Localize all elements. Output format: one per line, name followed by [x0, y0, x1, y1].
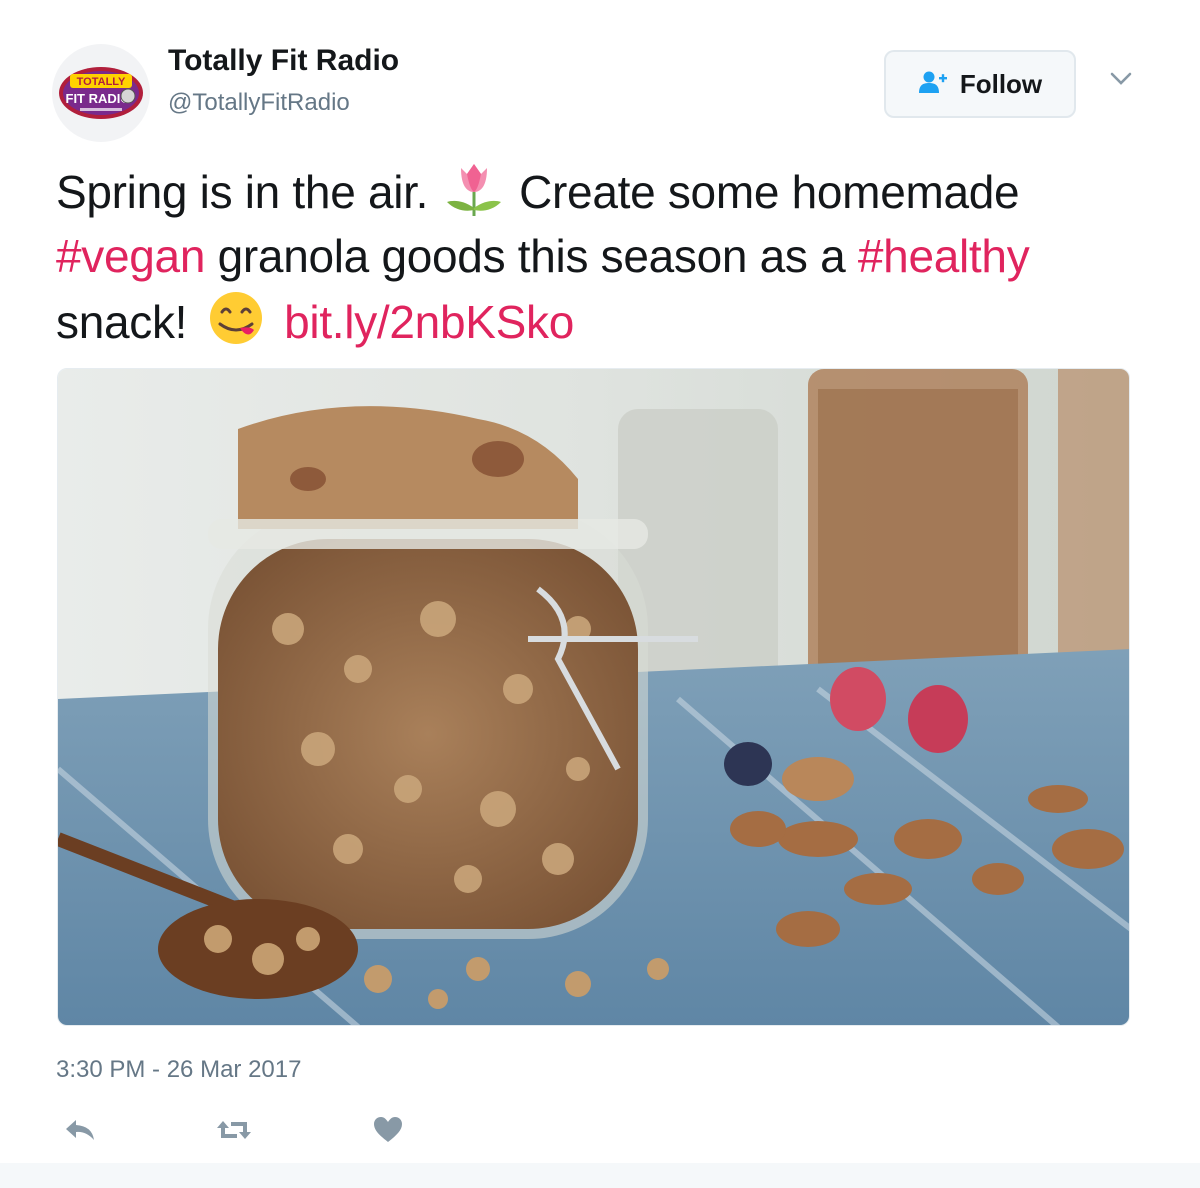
tweet-timestamp[interactable]: 3:30 PM - 26 Mar 2017 — [56, 1056, 301, 1084]
retweet-icon — [215, 1117, 253, 1148]
face-savoring-food-emoji-icon — [200, 288, 272, 362]
avatar[interactable]: TOTALLY FIT RADIO — [52, 44, 150, 142]
tweet-text-segment: granola goods this season as a — [217, 230, 846, 282]
author-handle[interactable]: @TotallyFitRadio — [168, 89, 350, 117]
totally-fit-radio-logo: TOTALLY FIT RADIO — [59, 67, 143, 119]
reply-icon — [64, 1117, 96, 1148]
bottom-divider — [0, 1163, 1200, 1188]
heart-icon — [373, 1116, 403, 1149]
tulip-emoji-icon — [441, 160, 507, 232]
like-button[interactable] — [368, 1116, 408, 1148]
follow-button[interactable]: Follow — [884, 50, 1076, 118]
tweet-text-segment: Create some homemade — [519, 166, 1020, 218]
hashtag-healthy-link[interactable]: #healthy — [858, 230, 1030, 282]
tweet-line-2: #vegan granola goods this season as a #h… — [56, 224, 1156, 288]
svg-text:TOTALLY: TOTALLY — [77, 76, 126, 88]
tweet-line-1: Spring is in the air. Create some homema… — [56, 160, 1156, 224]
retweet-button[interactable] — [214, 1116, 254, 1148]
tweet-text-segment: snack! — [56, 296, 188, 348]
svg-text:FIT RADIO: FIT RADIO — [66, 91, 131, 106]
granola-jar-photo — [58, 369, 1129, 1025]
reply-button[interactable] — [60, 1116, 100, 1148]
follow-label: Follow — [959, 68, 1043, 99]
tweet-text-segment: Spring is in the air. — [56, 166, 429, 218]
hashtag-vegan-link[interactable]: #vegan — [56, 230, 205, 282]
tweet-media-image[interactable] — [57, 368, 1130, 1026]
tweet-line-3: snack! bit.ly/2nbKSko — [56, 288, 1156, 352]
tweet-text: Spring is in the air. Create some homema… — [56, 160, 1156, 352]
chevron-down-icon — [1110, 72, 1132, 91]
author-name[interactable]: Totally Fit Radio — [168, 44, 399, 78]
tweet-url-link[interactable]: bit.ly/2nbKSko — [284, 296, 574, 348]
add-user-icon — [918, 70, 948, 99]
more-menu-button[interactable] — [1104, 66, 1138, 96]
